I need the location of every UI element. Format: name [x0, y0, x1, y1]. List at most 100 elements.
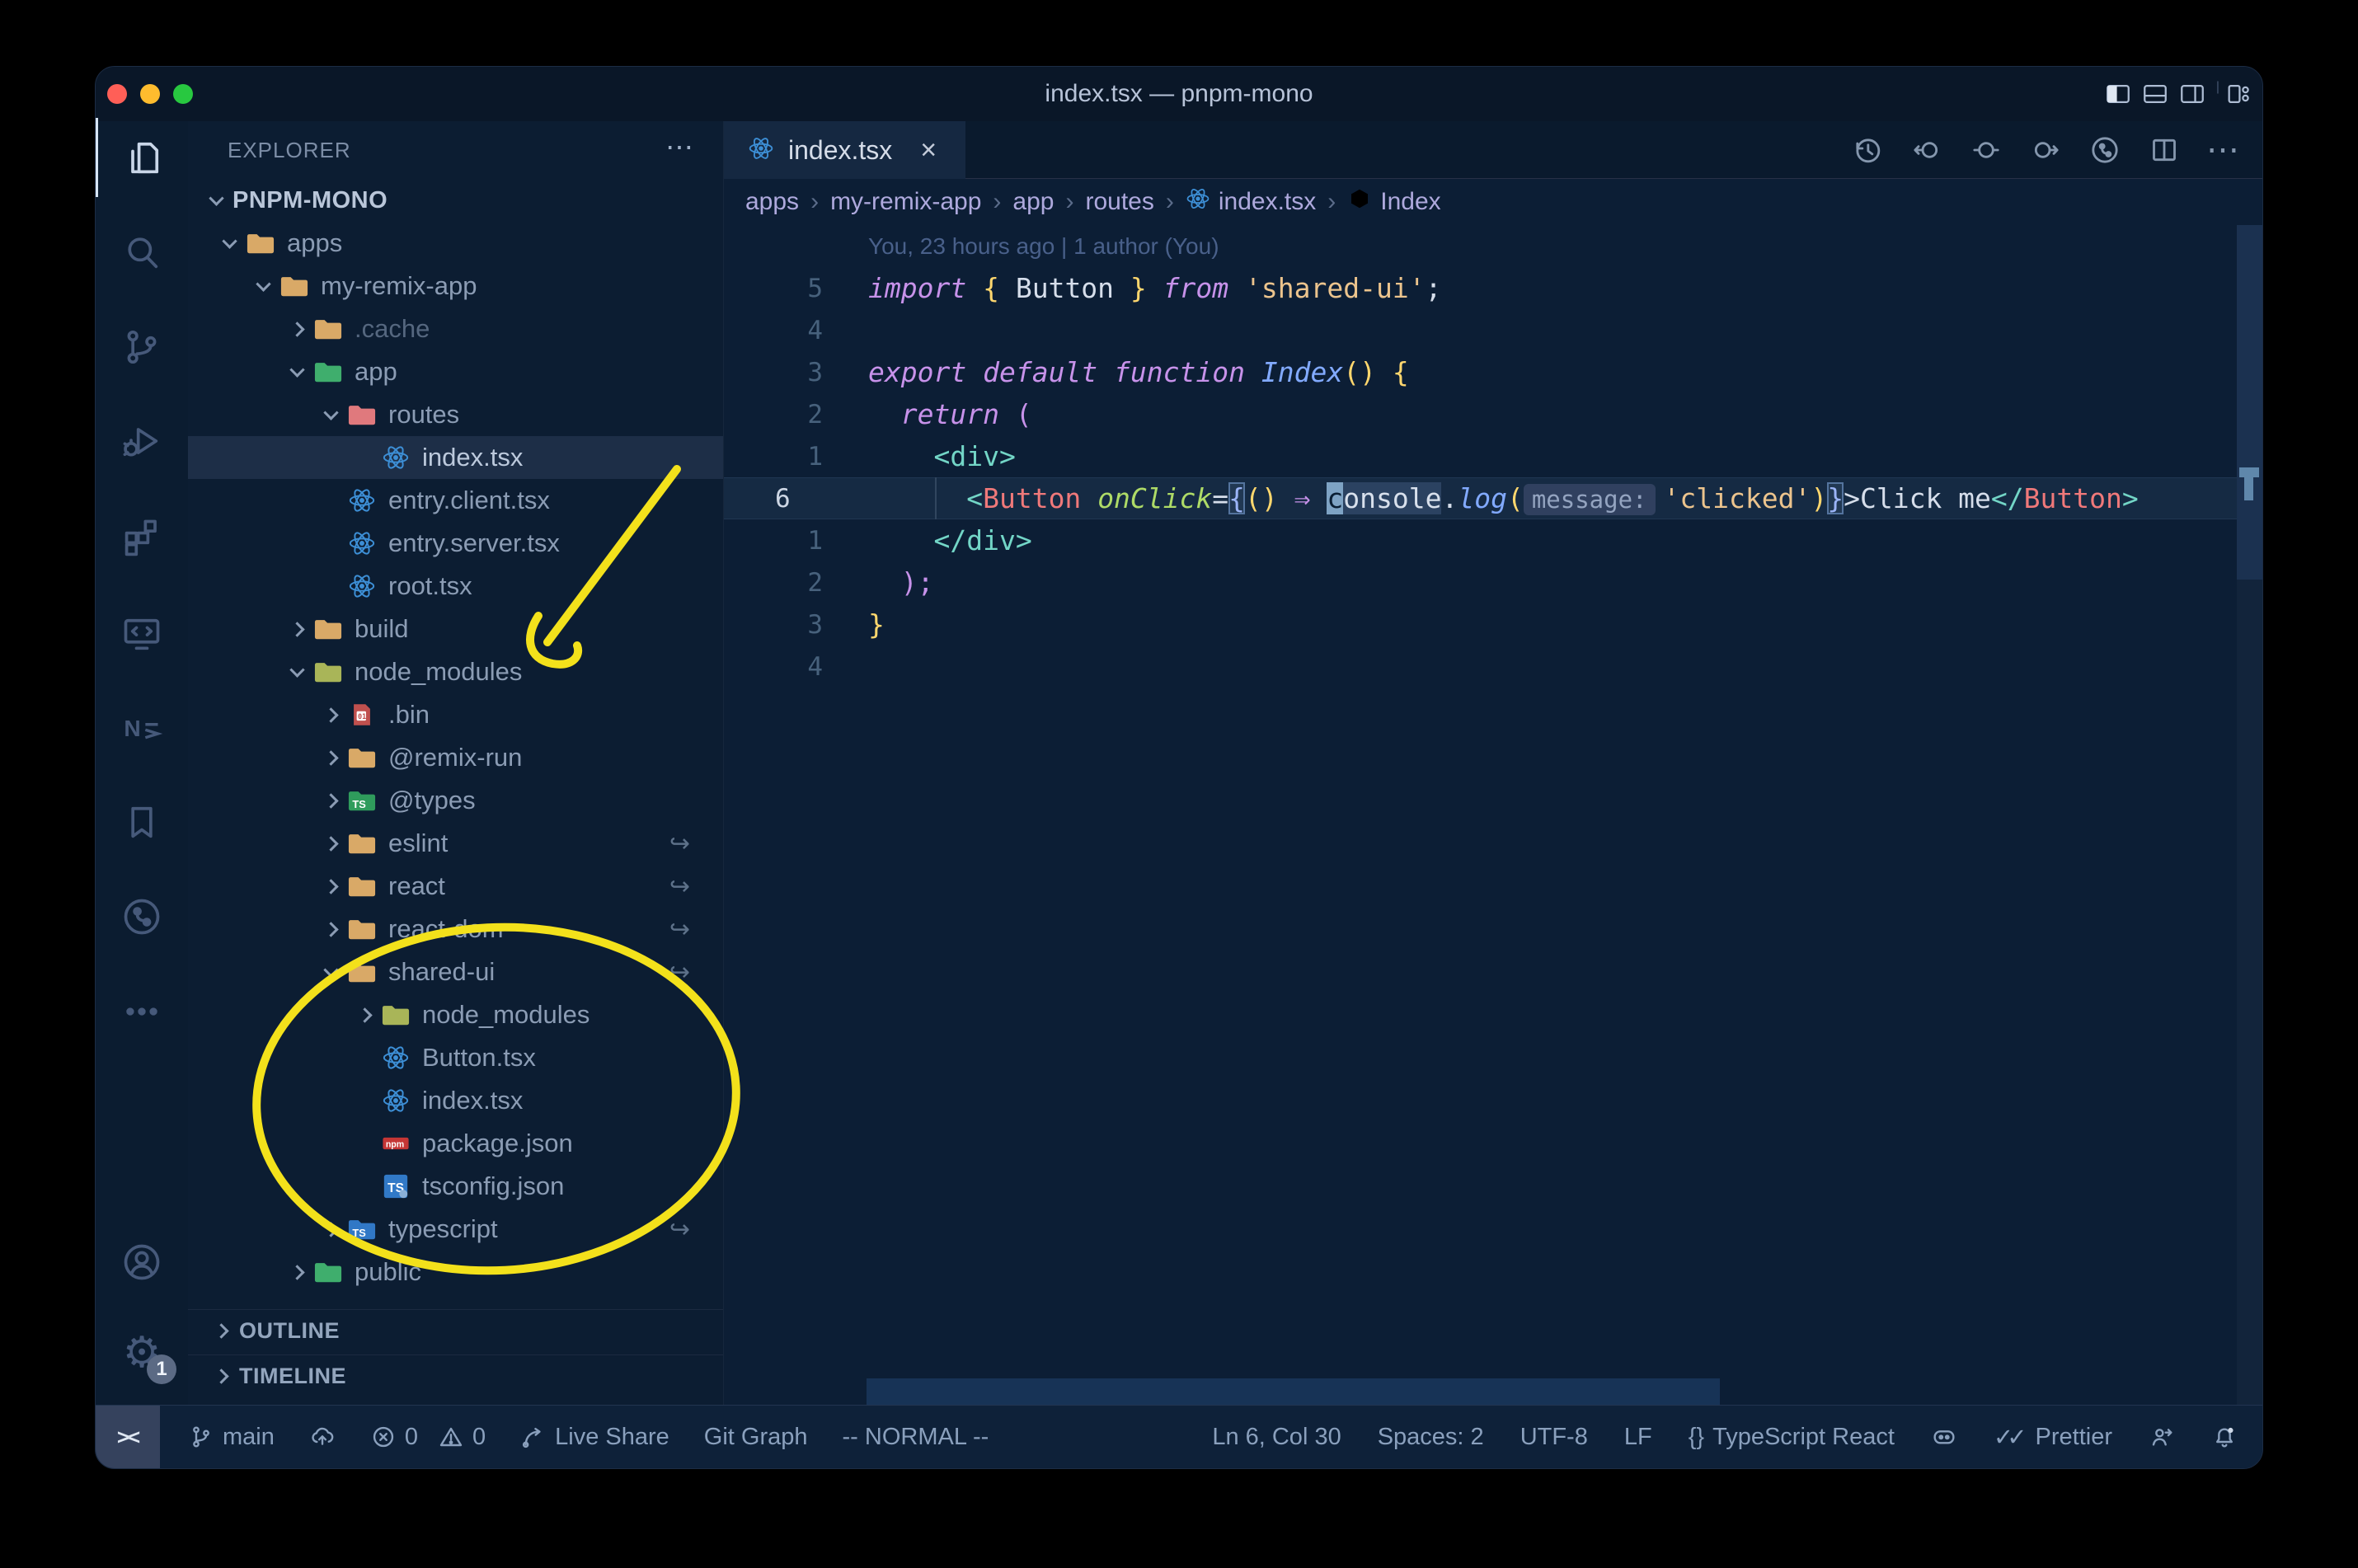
tree-item-pnpm-mono[interactable]: PNPM-MONO [188, 179, 723, 222]
tree-item-react[interactable]: react ↪ [188, 865, 723, 908]
tree-item-index-tsx[interactable]: index.tsx [188, 1079, 723, 1122]
tree-item-root-tsx[interactable]: root.tsx [188, 565, 723, 608]
status-prettier-check[interactable]: ✓✓ Prettier [1994, 1423, 2112, 1452]
close-tab-icon[interactable]: × [920, 134, 937, 167]
breadcrumb-item-apps[interactable]: apps [745, 188, 799, 216]
outline-section[interactable]: OUTLINE [188, 1309, 723, 1352]
tree-item-public[interactable]: public [188, 1251, 723, 1293]
status-live-share[interactable]: Live Share [520, 1424, 669, 1451]
status-error[interactable]: 00 [370, 1424, 486, 1451]
timeline-section[interactable]: TIMELINE [188, 1354, 723, 1397]
status-branch[interactable]: main [188, 1424, 275, 1451]
breadcrumb-item-my-remix-app[interactable]: my-remix-app [830, 188, 981, 216]
tree-item-app[interactable]: app [188, 350, 723, 393]
status-git-graph[interactable]: Git Graph [704, 1424, 808, 1451]
tree-item--bin[interactable]: 01 .bin [188, 693, 723, 736]
status-ln-6-col-30[interactable]: Ln 6, Col 30 [1212, 1424, 1341, 1451]
tree-item-index-tsx[interactable]: index.tsx [188, 436, 723, 479]
code-line[interactable]: 4 [724, 646, 2237, 688]
vertical-scrollbar-slider[interactable] [2237, 225, 2262, 580]
status-brackets[interactable]: {} TypeScript React [1689, 1424, 1895, 1451]
status-spaces-2[interactable]: Spaces: 2 [1378, 1424, 1484, 1451]
history-icon[interactable] [1848, 131, 1886, 169]
nav-back-icon[interactable] [1908, 131, 1946, 169]
code-line[interactable]: 4 [724, 309, 2237, 351]
bookmarks-activity-item[interactable] [96, 782, 188, 861]
git-graph-activity-item[interactable] [96, 877, 188, 956]
toggle-secondary-sidebar-icon[interactable] [2178, 80, 2206, 112]
status-cloud-upload[interactable] [309, 1424, 336, 1450]
remote-indicator[interactable]: >< [96, 1406, 160, 1468]
react-icon [747, 135, 775, 166]
status-person-share[interactable] [2149, 1424, 2175, 1450]
tree-item-entry-server-tsx[interactable]: entry.server.tsx [188, 522, 723, 565]
tree-item-shared-ui[interactable]: shared-ui ↪ [188, 951, 723, 993]
tree-item--cache[interactable]: .cache [188, 307, 723, 350]
tree-item-node-modules[interactable]: node_modules [188, 650, 723, 693]
tree-item-label: node_modules [422, 1000, 590, 1029]
files-activity-item[interactable] [96, 118, 188, 197]
more-actions-icon[interactable]: ⋯ [2205, 131, 2243, 169]
git-circle-icon[interactable] [2086, 131, 2124, 169]
ts-config-icon: TS [381, 1172, 411, 1200]
status-copilot[interactable] [1931, 1424, 1957, 1450]
nav-location-icon[interactable] [1967, 131, 2005, 169]
settings-gear-icon[interactable]: ⚙ 1 [96, 1313, 188, 1392]
tree-item-react-dom[interactable]: react-dom ↪ [188, 908, 723, 951]
breadcrumb-item-index[interactable]: Index [1347, 186, 1441, 218]
code-line-current[interactable]: 6 <Button onClick={() ⇒ console.log(mess… [724, 477, 2237, 519]
tree-item--types[interactable]: TS @types [188, 779, 723, 822]
toggle-primary-sidebar-icon[interactable] [2104, 80, 2132, 112]
split-editor-icon[interactable] [2145, 131, 2183, 169]
tree-item-my-remix-app[interactable]: my-remix-app [188, 265, 723, 307]
status-lf[interactable]: LF [1624, 1424, 1652, 1451]
tree-item-build[interactable]: build [188, 608, 723, 650]
remote-explorer-activity-item[interactable] [96, 594, 188, 674]
tree-item-label: .cache [355, 314, 430, 343]
nav-forward-icon[interactable] [2027, 131, 2064, 169]
explorer-more-icon[interactable]: ⋯ [665, 121, 693, 174]
tree-item-entry-client-tsx[interactable]: entry.client.tsx [188, 479, 723, 522]
source-control-activity-item[interactable] [96, 307, 188, 387]
account-icon[interactable] [96, 1223, 188, 1302]
warning-icon [438, 1424, 464, 1450]
code-line[interactable]: 5 import { Button } from 'shared-ui'; [724, 267, 2237, 309]
code-line[interactable]: 3 export default function Index() { [724, 351, 2237, 393]
code-line[interactable]: 1 <div> [724, 435, 2237, 477]
toggle-panel-icon[interactable] [2141, 80, 2169, 112]
line-number: 1 [807, 441, 823, 472]
tree-item-routes[interactable]: routes [188, 393, 723, 436]
status--normal-[interactable]: -- NORMAL -- [843, 1424, 989, 1451]
status-utf-8[interactable]: UTF-8 [1520, 1424, 1588, 1451]
more-activity-item[interactable] [96, 972, 188, 1051]
chevron-down-icon [289, 361, 305, 378]
code-line[interactable]: 2 ); [724, 561, 2237, 603]
code-line[interactable]: 1 </div> [724, 519, 2237, 561]
symlink-arrow-icon: ↪ [669, 872, 690, 900]
chevron-right-icon [322, 878, 339, 894]
tree-item-button-tsx[interactable]: Button.tsx [188, 1036, 723, 1079]
tree-item-eslint[interactable]: eslint ↪ [188, 822, 723, 865]
nx-console-activity-item[interactable]: N [96, 688, 188, 767]
horizontal-scrollbar[interactable] [867, 1378, 1720, 1406]
live-share-icon [520, 1424, 547, 1450]
breadcrumb-item-app[interactable]: app [1012, 188, 1054, 216]
tree-item--remix-run[interactable]: @remix-run [188, 736, 723, 779]
tab-index-tsx[interactable]: index.tsx × [724, 121, 965, 179]
breadcrumb-item-index-tsx[interactable]: index.tsx [1186, 186, 1316, 218]
breadcrumb-item-routes[interactable]: routes [1085, 188, 1153, 216]
code-editor[interactable]: You, 23 hours ago | 1 author (You) 5 impor… [724, 225, 2237, 688]
status-bell-dot[interactable] [2211, 1424, 2238, 1450]
tree-item-package-json[interactable]: npm package.json [188, 1122, 723, 1165]
code-line[interactable]: 3} [724, 603, 2237, 646]
folder-tan-icon [279, 272, 309, 300]
run-debug-activity-item[interactable] [96, 401, 188, 481]
tree-item-tsconfig-json[interactable]: TS tsconfig.json [188, 1165, 723, 1208]
tree-item-typescript[interactable]: TS typescript ↪ [188, 1208, 723, 1251]
search-activity-item[interactable] [96, 213, 188, 292]
code-line[interactable]: 2 return ( [724, 393, 2237, 435]
customize-layout-icon[interactable] [2224, 80, 2252, 112]
tree-item-apps[interactable]: apps [188, 222, 723, 265]
tree-item-node-modules[interactable]: node_modules [188, 993, 723, 1036]
extensions-activity-item[interactable] [96, 498, 188, 577]
